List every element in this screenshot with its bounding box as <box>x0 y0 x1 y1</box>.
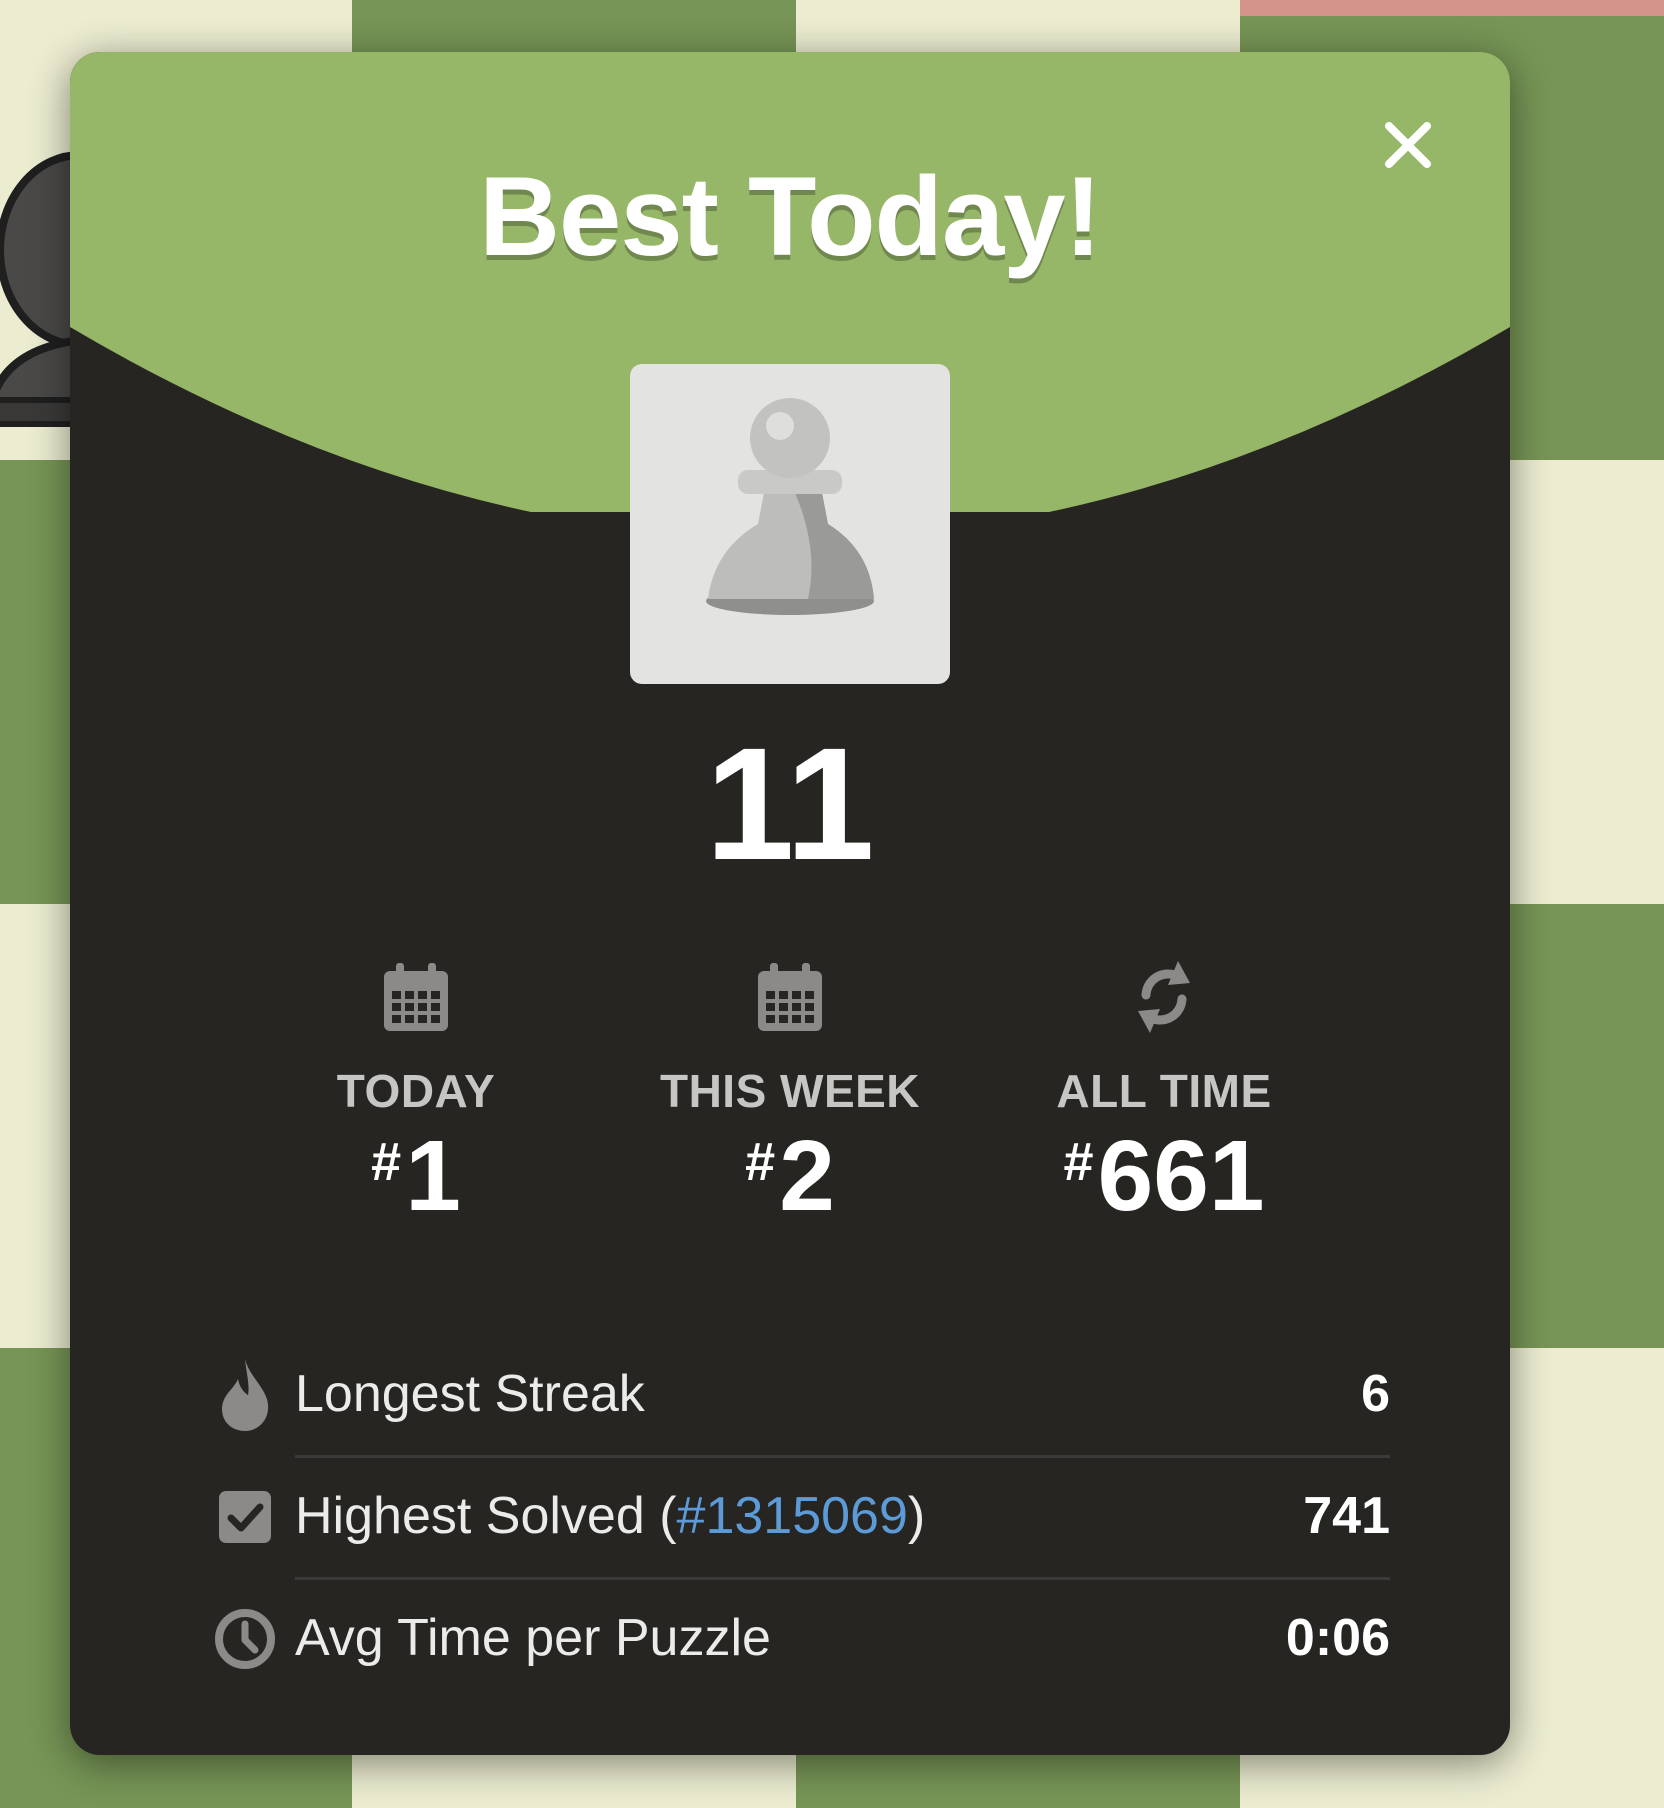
stat-value: 6 <box>1361 1365 1390 1423</box>
rank-label: TODAY <box>336 1065 496 1117</box>
modal-title: Best Today! <box>479 154 1102 279</box>
board-square <box>352 0 796 16</box>
divider <box>295 1577 1390 1580</box>
puzzle-link[interactable]: #1315069 <box>677 1487 908 1545</box>
stat-row-longest-streak: Longest Streak 6 <box>200 1342 1390 1464</box>
rank-value: #661 <box>1063 1120 1265 1232</box>
checkbox-icon <box>219 1491 271 1543</box>
stats-list: Longest Streak 6 Highest Solved (#131506… <box>200 1342 1390 1708</box>
stat-label: Longest Streak <box>295 1365 645 1423</box>
refresh-icon <box>1138 961 1190 1033</box>
board-square-highlight <box>1240 0 1664 16</box>
stat-label: Avg Time per Puzzle <box>295 1609 771 1667</box>
stat-value: 0:06 <box>1285 1609 1390 1667</box>
piece-avatar <box>630 364 950 684</box>
rank-value: #2 <box>745 1120 835 1232</box>
calendar-icon <box>758 963 822 1031</box>
rank-this-week: THIS WEEK #2 <box>610 952 970 1229</box>
white-pawn-icon <box>706 398 874 615</box>
stat-value: 741 <box>1303 1487 1390 1545</box>
stat-row-avg-time: Avg Time per Puzzle 0:06 <box>200 1586 1390 1708</box>
flame-icon <box>222 1359 269 1431</box>
puzzle-result-modal: Best Today! 11 TODAY #1 THIS WEEK #2 ALL… <box>70 52 1510 1755</box>
rankings: TODAY #1 THIS WEEK #2 ALL TIME #661 <box>70 952 1510 1292</box>
divider <box>295 1455 1390 1458</box>
rank-value: #1 <box>371 1120 461 1232</box>
stat-row-highest-solved: Highest Solved (#1315069) 741 <box>200 1464 1390 1586</box>
clock-icon <box>215 1609 275 1669</box>
puzzle-score: 11 <box>705 714 875 893</box>
rank-label: ALL TIME <box>1056 1065 1272 1117</box>
rank-all-time: ALL TIME #661 <box>984 952 1344 1229</box>
rank-label: THIS WEEK <box>659 1065 921 1117</box>
board-square <box>0 0 352 16</box>
stat-label: Highest Solved (#1315069) <box>295 1487 926 1545</box>
rank-today: TODAY #1 <box>236 952 596 1229</box>
calendar-icon <box>384 963 448 1031</box>
board-square <box>796 0 1240 16</box>
